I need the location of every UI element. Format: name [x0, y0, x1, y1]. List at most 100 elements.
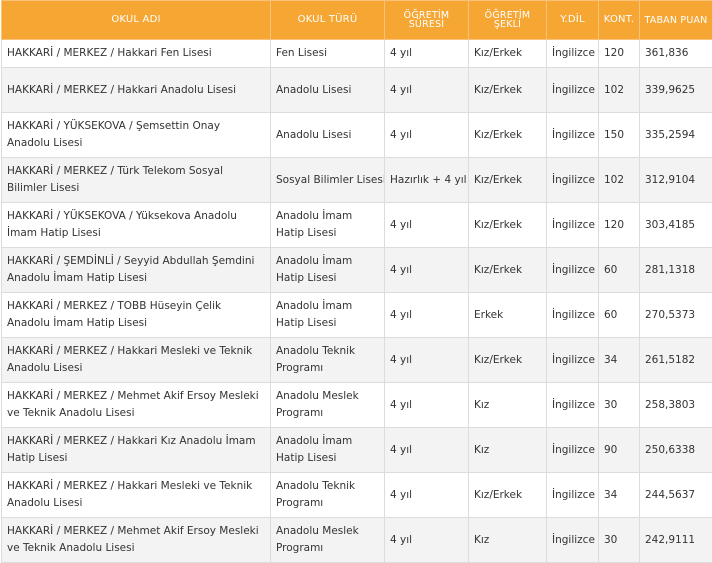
table-body: HAKKARİ / MERKEZ / Hakkari Fen Lisesi Fe… — [2, 40, 712, 563]
cell-okul-adi: HAKKARİ / MERKEZ / Hakkari Mesleki ve Te… — [2, 338, 271, 383]
cell-ogretim-sekli: Erkek — [469, 293, 547, 338]
table-row: HAKKARİ / YÜKSEKOVA / Şemsettin Onay Ana… — [2, 113, 712, 158]
cell-ydil: İngilizce — [547, 158, 599, 203]
table-row: HAKKARİ / MERKEZ / Hakkari Kız Anadolu İ… — [2, 428, 712, 473]
cell-ydil: İngilizce — [547, 383, 599, 428]
table-row: HAKKARİ / MERKEZ / Hakkari Mesleki ve Te… — [2, 338, 712, 383]
cell-ogretim-suresi: 4 yıl — [385, 293, 469, 338]
cell-ogretim-suresi: 4 yıl — [385, 518, 469, 563]
cell-okul-turu: Anadolu Lisesi — [271, 113, 385, 158]
cell-ydil: İngilizce — [547, 113, 599, 158]
table-row: HAKKARİ / YÜKSEKOVA / Yüksekova Anadolu … — [2, 203, 712, 248]
cell-ogretim-suresi: Hazırlık + 4 yıl — [385, 158, 469, 203]
table-row: HAKKARİ / MERKEZ / Mehmet Akif Ersoy Mes… — [2, 383, 712, 428]
cell-taban-puan: 312,9104 — [640, 158, 712, 203]
cell-okul-adi: HAKKARİ / MERKEZ / Mehmet Akif Ersoy Mes… — [2, 518, 271, 563]
cell-ydil: İngilizce — [547, 248, 599, 293]
header-taban-puan[interactable]: TABAN PUAN — [640, 1, 712, 40]
cell-ydil: İngilizce — [547, 203, 599, 248]
cell-ogretim-sekli: Kız — [469, 518, 547, 563]
cell-ogretim-sekli: Kız/Erkek — [469, 338, 547, 383]
header-row: OKUL ADI OKUL TÜRÜ ÖĞRETİM SÜRESİ ÖĞRETİ… — [2, 1, 712, 40]
cell-kont: 120 — [599, 40, 640, 68]
cell-taban-puan: 244,5637 — [640, 473, 712, 518]
header-ogretim-suresi[interactable]: ÖĞRETİM SÜRESİ — [385, 1, 469, 40]
cell-okul-turu: Anadolu İmam Hatip Lisesi — [271, 428, 385, 473]
table-row: HAKKARİ / MERKEZ / Mehmet Akif Ersoy Mes… — [2, 518, 712, 563]
header-ogretim-sekli[interactable]: ÖĞRETİM ŞEKLİ — [469, 1, 547, 40]
cell-taban-puan: 261,5182 — [640, 338, 712, 383]
cell-ogretim-sekli: Kız — [469, 383, 547, 428]
table-header: OKUL ADI OKUL TÜRÜ ÖĞRETİM SÜRESİ ÖĞRETİ… — [2, 1, 712, 40]
cell-taban-puan: 281,1318 — [640, 248, 712, 293]
cell-kont: 34 — [599, 338, 640, 383]
cell-ogretim-suresi: 4 yıl — [385, 473, 469, 518]
cell-okul-adi: HAKKARİ / YÜKSEKOVA / Şemsettin Onay Ana… — [2, 113, 271, 158]
table-row: HAKKARİ / MERKEZ / Hakkari Fen Lisesi Fe… — [2, 40, 712, 68]
cell-okul-adi: HAKKARİ / MERKEZ / Hakkari Mesleki ve Te… — [2, 473, 271, 518]
cell-okul-adi: HAKKARİ / MERKEZ / Hakkari Kız Anadolu İ… — [2, 428, 271, 473]
header-okul-turu[interactable]: OKUL TÜRÜ — [271, 1, 385, 40]
cell-okul-turu: Anadolu İmam Hatip Lisesi — [271, 248, 385, 293]
cell-ydil: İngilizce — [547, 428, 599, 473]
cell-taban-puan: 303,4185 — [640, 203, 712, 248]
cell-okul-adi: HAKKARİ / MERKEZ / Hakkari Fen Lisesi — [2, 40, 271, 68]
cell-taban-puan: 270,5373 — [640, 293, 712, 338]
cell-okul-adi: HAKKARİ / ŞEMDİNLİ / Seyyid Abdullah Şem… — [2, 248, 271, 293]
table-row: HAKKARİ / MERKEZ / Hakkari Anadolu Lises… — [2, 68, 712, 113]
cell-ydil: İngilizce — [547, 338, 599, 383]
cell-kont: 150 — [599, 113, 640, 158]
cell-kont: 34 — [599, 473, 640, 518]
cell-ydil: İngilizce — [547, 293, 599, 338]
cell-taban-puan: 250,6338 — [640, 428, 712, 473]
cell-taban-puan: 361,836 — [640, 40, 712, 68]
cell-ogretim-sekli: Kız — [469, 428, 547, 473]
cell-kont: 90 — [599, 428, 640, 473]
cell-okul-turu: Anadolu İmam Hatip Lisesi — [271, 293, 385, 338]
cell-ogretim-sekli: Kız/Erkek — [469, 68, 547, 113]
table-row: HAKKARİ / MERKEZ / Türk Telekom Sosyal B… — [2, 158, 712, 203]
cell-okul-turu: Anadolu Meslek Programı — [271, 383, 385, 428]
cell-okul-turu: Anadolu Teknik Programı — [271, 338, 385, 383]
cell-okul-turu: Anadolu Lisesi — [271, 68, 385, 113]
cell-kont: 102 — [599, 68, 640, 113]
header-ydil[interactable]: Y.DİL — [547, 1, 599, 40]
cell-okul-adi: HAKKARİ / MERKEZ / Hakkari Anadolu Lises… — [2, 68, 271, 113]
cell-ogretim-sekli: Kız/Erkek — [469, 473, 547, 518]
header-kont[interactable]: KONT. — [599, 1, 640, 40]
cell-ogretim-suresi: 4 yıl — [385, 113, 469, 158]
cell-okul-turu: Anadolu Teknik Programı — [271, 473, 385, 518]
cell-ydil: İngilizce — [547, 473, 599, 518]
cell-ogretim-suresi: 4 yıl — [385, 338, 469, 383]
cell-ydil: İngilizce — [547, 518, 599, 563]
cell-kont: 60 — [599, 248, 640, 293]
cell-okul-adi: HAKKARİ / MERKEZ / TOBB Hüseyin Çelik An… — [2, 293, 271, 338]
cell-okul-adi: HAKKARİ / MERKEZ / Mehmet Akif Ersoy Mes… — [2, 383, 271, 428]
cell-ogretim-suresi: 4 yıl — [385, 203, 469, 248]
cell-okul-adi: HAKKARİ / MERKEZ / Türk Telekom Sosyal B… — [2, 158, 271, 203]
cell-ogretim-sekli: Kız/Erkek — [469, 158, 547, 203]
table-row: HAKKARİ / ŞEMDİNLİ / Seyyid Abdullah Şem… — [2, 248, 712, 293]
cell-ogretim-suresi: 4 yıl — [385, 383, 469, 428]
cell-okul-turu: Sosyal Bilimler Lisesi — [271, 158, 385, 203]
cell-ogretim-sekli: Kız/Erkek — [469, 203, 547, 248]
cell-taban-puan: 242,9111 — [640, 518, 712, 563]
cell-ogretim-sekli: Kız/Erkek — [469, 248, 547, 293]
cell-kont: 120 — [599, 203, 640, 248]
cell-kont: 30 — [599, 518, 640, 563]
cell-kont: 30 — [599, 383, 640, 428]
cell-okul-adi: HAKKARİ / YÜKSEKOVA / Yüksekova Anadolu … — [2, 203, 271, 248]
cell-ogretim-suresi: 4 yıl — [385, 40, 469, 68]
cell-taban-puan: 339,9625 — [640, 68, 712, 113]
cell-ogretim-sekli: Kız/Erkek — [469, 113, 547, 158]
cell-okul-turu: Anadolu Meslek Programı — [271, 518, 385, 563]
cell-ogretim-suresi: 4 yıl — [385, 68, 469, 113]
cell-taban-puan: 335,2594 — [640, 113, 712, 158]
school-table: OKUL ADI OKUL TÜRÜ ÖĞRETİM SÜRESİ ÖĞRETİ… — [1, 0, 712, 563]
cell-okul-turu: Fen Lisesi — [271, 40, 385, 68]
table-row: HAKKARİ / MERKEZ / TOBB Hüseyin Çelik An… — [2, 293, 712, 338]
header-okul-adi[interactable]: OKUL ADI — [2, 1, 271, 40]
cell-ogretim-suresi: 4 yıl — [385, 248, 469, 293]
cell-kont: 60 — [599, 293, 640, 338]
cell-ydil: İngilizce — [547, 68, 599, 113]
